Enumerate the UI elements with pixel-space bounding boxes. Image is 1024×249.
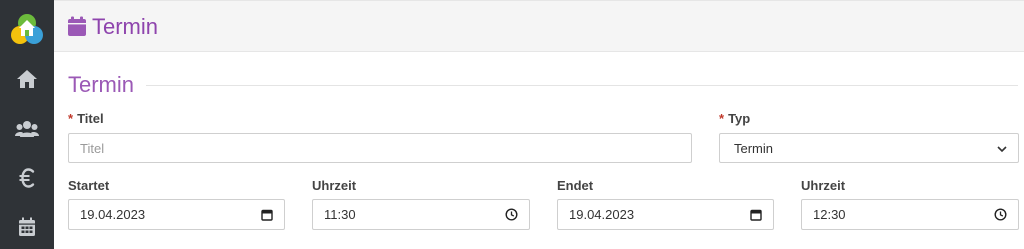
app-logo[interactable] — [8, 11, 46, 49]
page-title: Termin — [92, 14, 159, 39]
type-select[interactable]: Termin — [719, 133, 1019, 163]
start-time-label: Uhrzeit — [312, 178, 357, 193]
calendar-picker-icon[interactable] — [750, 209, 762, 221]
end-date-label: Endet — [557, 178, 594, 193]
users-icon — [15, 121, 39, 137]
sidebar-item-users[interactable] — [12, 114, 42, 144]
sidebar — [0, 0, 54, 249]
clock-icon[interactable] — [505, 208, 518, 221]
page-header: Termin — [54, 0, 1024, 52]
clock-icon[interactable] — [994, 208, 1007, 221]
end-time-label: Uhrzeit — [801, 178, 846, 193]
calendar-picker-icon[interactable] — [261, 209, 273, 221]
end-time-value: 12:30 — [813, 207, 846, 222]
sidebar-item-home[interactable] — [12, 64, 42, 94]
section-title: Termin — [68, 72, 135, 97]
start-time-input[interactable]: 11:30 — [312, 199, 530, 230]
sidebar-item-calendar[interactable] — [12, 212, 42, 242]
required-marker: * — [68, 111, 74, 126]
home-icon — [17, 70, 37, 88]
start-date-input[interactable]: 19.04.2023 — [68, 199, 285, 230]
calendar-icon — [67, 16, 87, 42]
type-selected-value: Termin — [734, 140, 774, 156]
type-label: * Typ — [719, 111, 751, 126]
title-label: * Titel — [68, 111, 104, 126]
chevron-down-icon — [997, 141, 1007, 156]
calendar-icon — [19, 217, 35, 236]
start-time-value: 11:30 — [324, 207, 356, 222]
end-time-input[interactable]: 12:30 — [801, 199, 1019, 230]
logo-icon — [11, 14, 43, 44]
required-marker: * — [719, 111, 725, 126]
start-date-label: Startet — [68, 178, 110, 193]
start-date-value: 19.04.2023 — [80, 207, 146, 222]
end-date-value: 19.04.2023 — [569, 207, 635, 222]
section-divider — [146, 85, 1018, 86]
sidebar-item-finance[interactable] — [12, 163, 42, 193]
title-input[interactable] — [68, 133, 692, 163]
euro-icon — [19, 168, 35, 188]
end-date-input[interactable]: 19.04.2023 — [557, 199, 774, 230]
